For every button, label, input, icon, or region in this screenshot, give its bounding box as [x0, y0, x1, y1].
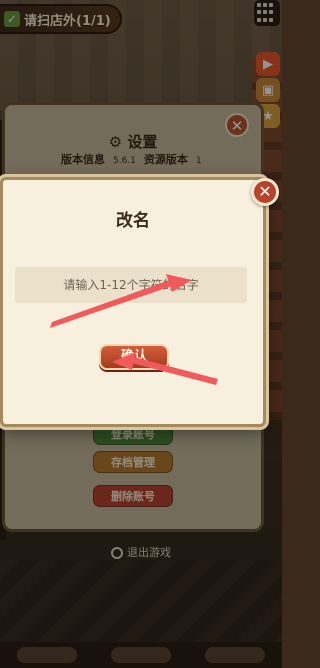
dialog-title: 改名 — [116, 211, 150, 231]
name-input[interactable] — [15, 267, 247, 303]
rename-dialog: 改名 ✕ 确认 — [0, 177, 279, 427]
confirm-button[interactable]: 确认 — [99, 344, 169, 370]
close-icon[interactable]: ✕ — [251, 178, 279, 206]
